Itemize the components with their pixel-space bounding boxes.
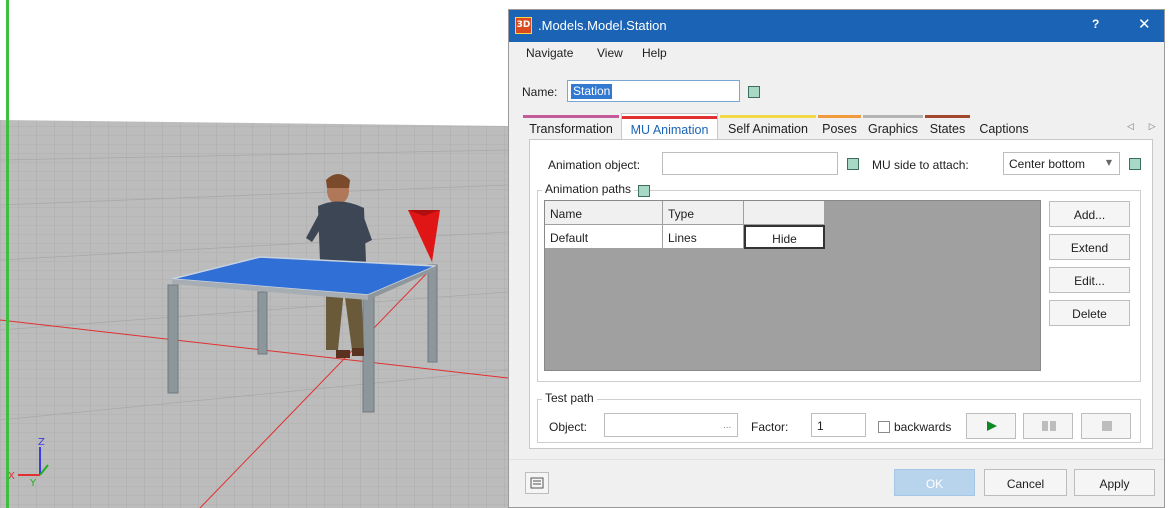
animation-object-label: Animation object: bbox=[548, 158, 641, 172]
name-label: Name: bbox=[522, 85, 558, 99]
backwards-checkbox[interactable] bbox=[878, 421, 890, 433]
tab-bar: Transformation MU Animation Self Animati… bbox=[523, 113, 1153, 140]
apply-button[interactable]: Apply bbox=[1074, 469, 1155, 496]
factor-label: Factor: bbox=[751, 420, 789, 434]
object-label: Object: bbox=[549, 420, 588, 434]
axis-label-z: Z bbox=[38, 437, 45, 448]
mu-side-select[interactable]: Center bottom ▼ bbox=[1003, 152, 1120, 175]
play-button[interactable] bbox=[966, 413, 1016, 439]
name-inherit-toggle[interactable] bbox=[748, 86, 760, 98]
title-bar[interactable]: 3D .Models.Model.Station ? ✕ bbox=[509, 10, 1164, 42]
factor-input[interactable]: 1 bbox=[811, 413, 866, 437]
mu-side-inherit-toggle[interactable] bbox=[1129, 158, 1141, 170]
animation-paths-label: Animation paths bbox=[542, 182, 635, 196]
axis-label-x: X bbox=[8, 471, 15, 482]
list-view-button[interactable] bbox=[525, 472, 549, 494]
animation-paths-table[interactable]: Name Type Default Lines Hide bbox=[544, 200, 1041, 371]
animation-object-inherit-toggle[interactable] bbox=[847, 158, 859, 170]
table-row-name[interactable]: Default bbox=[545, 225, 663, 249]
station-dialog: 3D .Models.Model.Station ? ✕ Navigate Vi… bbox=[508, 9, 1165, 508]
mu-side-value: Center bottom bbox=[1009, 157, 1086, 171]
play-icon bbox=[987, 421, 997, 431]
edit-button[interactable]: Edit... bbox=[1049, 267, 1130, 293]
stop-icon bbox=[1102, 421, 1112, 431]
browse-button[interactable]: ... bbox=[723, 420, 731, 431]
footer-divider bbox=[509, 459, 1164, 460]
axis-label-y: Y bbox=[29, 478, 37, 489]
stop-button[interactable] bbox=[1081, 413, 1131, 439]
add-button[interactable]: Add... bbox=[1049, 201, 1130, 227]
menu-view[interactable]: View bbox=[597, 46, 623, 60]
tab-mu-animation[interactable]: MU Animation bbox=[621, 113, 718, 140]
mu-side-label: MU side to attach: bbox=[872, 158, 969, 172]
tab-graphics[interactable]: Graphics bbox=[863, 113, 923, 140]
viewport-border bbox=[6, 0, 9, 508]
column-header-type[interactable]: Type bbox=[663, 201, 744, 225]
tab-captions[interactable]: Captions bbox=[974, 113, 1034, 140]
table-row-type[interactable]: Lines bbox=[663, 225, 744, 249]
tab-self-animation[interactable]: Self Animation bbox=[720, 113, 816, 140]
3d-app-icon: 3D bbox=[515, 17, 532, 34]
ok-button[interactable]: OK bbox=[894, 469, 975, 496]
cancel-button[interactable]: Cancel bbox=[984, 469, 1067, 496]
menu-navigate[interactable]: Navigate bbox=[526, 46, 573, 60]
tab-scroll-icon[interactable]: ◁ ▷ bbox=[1127, 122, 1162, 132]
pause-button[interactable] bbox=[1023, 413, 1073, 439]
menu-bar: Navigate View Help bbox=[509, 42, 1164, 64]
column-header-name[interactable]: Name bbox=[545, 201, 663, 225]
object-input[interactable]: ... bbox=[604, 413, 738, 437]
close-icon[interactable]: ✕ bbox=[1138, 15, 1151, 33]
tab-states[interactable]: States bbox=[925, 113, 970, 140]
extend-button[interactable]: Extend bbox=[1049, 234, 1130, 260]
chevron-down-icon: ▼ bbox=[1105, 158, 1112, 167]
help-icon[interactable]: ? bbox=[1092, 17, 1099, 31]
backwards-label: backwards bbox=[894, 420, 952, 434]
tab-transformation[interactable]: Transformation bbox=[523, 113, 619, 140]
delete-button[interactable]: Delete bbox=[1049, 300, 1130, 326]
name-input[interactable]: Station bbox=[567, 80, 740, 102]
column-header-action[interactable] bbox=[744, 201, 825, 225]
window-title: .Models.Model.Station bbox=[538, 18, 667, 33]
name-value: Station bbox=[571, 84, 613, 99]
hide-path-button[interactable]: Hide bbox=[744, 225, 825, 249]
test-path-label: Test path bbox=[542, 391, 597, 405]
animation-paths-inherit-toggle[interactable] bbox=[638, 185, 650, 197]
list-icon bbox=[530, 477, 544, 489]
menu-help[interactable]: Help bbox=[642, 46, 667, 60]
pause-icon bbox=[1042, 421, 1056, 431]
animation-object-input[interactable] bbox=[662, 152, 838, 175]
tab-poses[interactable]: Poses bbox=[818, 113, 861, 140]
